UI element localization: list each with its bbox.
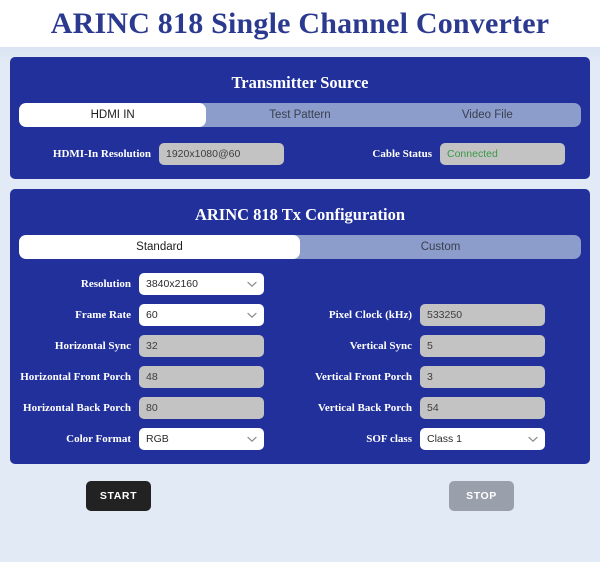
hdmi-in-resolution-field: HDMI-In Resolution (19, 143, 300, 165)
arinc-tx-configuration-title: ARINC 818 Tx Configuration (194, 205, 406, 224)
config-tab-standard-label: Standard (136, 241, 183, 253)
right-column-spacer (300, 273, 581, 295)
vertical-front-porch-control (420, 366, 545, 388)
frame-rate-label: Frame Rate (75, 308, 131, 321)
page-title: ARINC 818 Single Channel Converter (50, 6, 550, 40)
vertical-sync-label: Vertical Sync (349, 339, 412, 352)
vertical-front-porch-input (420, 366, 545, 388)
arinc-tx-configuration-panel: ARINC 818 Tx Configuration Standard Cust… (10, 189, 590, 464)
resolution-field: Resolution 3840x2160 (19, 273, 300, 295)
source-tab-video-file[interactable]: Video File (394, 103, 581, 127)
horizontal-back-porch-control (139, 397, 264, 419)
transmitter-source-panel: Transmitter Source HDMI IN Test Pattern … (10, 57, 590, 179)
horizontal-front-porch-control (139, 366, 264, 388)
config-tab-standard[interactable]: Standard (19, 235, 300, 259)
configuration-field-grid: Resolution 3840x2160 Frame Rate 60 Horiz… (10, 273, 590, 450)
vertical-front-porch-field: Vertical Front Porch (300, 366, 581, 388)
resolution-select[interactable]: 3840x2160 (139, 273, 264, 295)
color-format-field: Color Format RGB (19, 428, 300, 450)
hdmi-in-resolution-label: HDMI-In Resolution (52, 147, 151, 160)
resolution-control: 3840x2160 (139, 273, 264, 295)
vertical-back-porch-label: Vertical Back Porch (317, 401, 412, 414)
horizontal-back-porch-input (139, 397, 264, 419)
hdmi-in-resolution-input (159, 143, 284, 165)
color-format-control: RGB (139, 428, 264, 450)
frame-rate-field: Frame Rate 60 (19, 304, 300, 326)
source-tab-hdmi-in[interactable]: HDMI IN (19, 103, 207, 127)
horizontal-sync-field: Horizontal Sync (19, 335, 300, 357)
sof-class-control: Class 1 (420, 428, 545, 450)
pixel-clock-input (420, 304, 545, 326)
cable-status-field: Cable Status (300, 143, 581, 165)
frame-rate-control: 60 (139, 304, 264, 326)
sof-class-select[interactable]: Class 1 (420, 428, 545, 450)
config-tab-custom[interactable]: Custom (300, 235, 581, 259)
page-body: Transmitter Source HDMI IN Test Pattern … (0, 48, 600, 562)
vertical-back-porch-field: Vertical Back Porch (300, 397, 581, 419)
vertical-front-porch-label: Vertical Front Porch (315, 370, 412, 383)
config-tab-custom-label: Custom (420, 241, 461, 253)
horizontal-back-porch-field: Horizontal Back Porch (19, 397, 300, 419)
vertical-sync-input (420, 335, 545, 357)
horizontal-back-porch-label: Horizontal Back Porch (23, 401, 131, 414)
pixel-clock-field: Pixel Clock (kHz) (300, 304, 581, 326)
cable-status-label: Cable Status (372, 147, 432, 160)
vertical-sync-field: Vertical Sync (300, 335, 581, 357)
source-tab-hdmi-in-label: HDMI IN (90, 109, 135, 121)
action-bar: START STOP (10, 474, 590, 511)
source-tab-test-pattern[interactable]: Test Pattern (206, 103, 393, 127)
config-mode-tab-group: Standard Custom (19, 235, 581, 259)
horizontal-front-porch-field: Horizontal Front Porch (19, 366, 300, 388)
horizontal-sync-label: Horizontal Sync (54, 339, 131, 352)
transmitter-field-row: HDMI-In Resolution Cable Status (10, 143, 590, 165)
configuration-left-column: Resolution 3840x2160 Frame Rate 60 Horiz… (19, 273, 300, 450)
horizontal-sync-input (139, 335, 264, 357)
cable-status-control (440, 143, 565, 165)
app-header: ARINC 818 Single Channel Converter (0, 0, 600, 48)
cable-status-value (440, 143, 565, 165)
source-tab-video-file-label: Video File (461, 109, 513, 121)
hdmi-in-resolution-control (159, 143, 284, 165)
transmitter-source-title: Transmitter Source (231, 73, 369, 92)
pixel-clock-control (420, 304, 545, 326)
vertical-sync-control (420, 335, 545, 357)
color-format-label: Color Format (66, 432, 131, 445)
source-tab-group: HDMI IN Test Pattern Video File (19, 103, 581, 127)
configuration-right-column: Pixel Clock (kHz) Vertical Sync Vertical… (300, 273, 581, 450)
horizontal-front-porch-label: Horizontal Front Porch (20, 370, 131, 383)
stop-button[interactable]: STOP (449, 481, 514, 511)
resolution-label: Resolution (80, 277, 131, 290)
color-format-select[interactable]: RGB (139, 428, 264, 450)
sof-class-label: SOF class (366, 432, 412, 445)
sof-class-field: SOF class Class 1 (300, 428, 581, 450)
vertical-back-porch-control (420, 397, 545, 419)
frame-rate-select[interactable]: 60 (139, 304, 264, 326)
pixel-clock-label: Pixel Clock (kHz) (328, 308, 412, 321)
horizontal-front-porch-input (139, 366, 264, 388)
vertical-back-porch-input (420, 397, 545, 419)
horizontal-sync-control (139, 335, 264, 357)
start-button[interactable]: START (86, 481, 151, 511)
source-tab-test-pattern-label: Test Pattern (269, 109, 331, 121)
